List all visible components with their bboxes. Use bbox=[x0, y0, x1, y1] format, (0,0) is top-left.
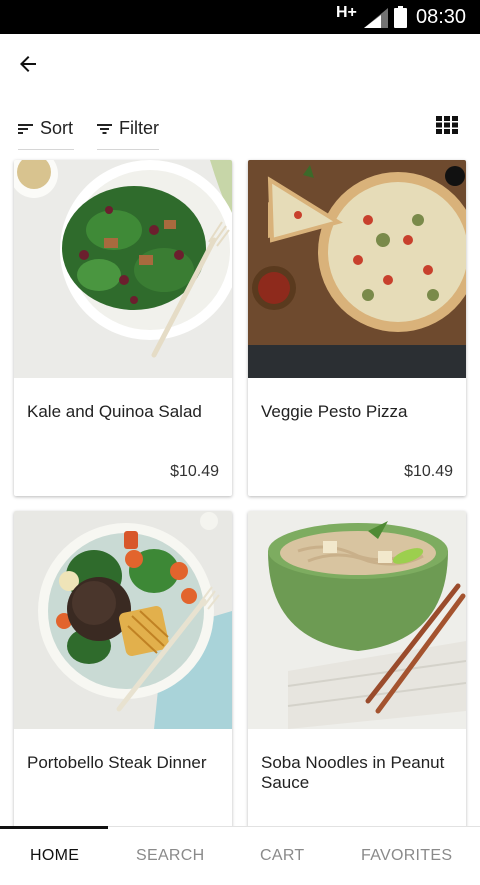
product-name: Portobello Steak Dinner bbox=[27, 753, 207, 772]
filter-label: Filter bbox=[119, 118, 159, 138]
product-name: Soba Noodles in Peanut Sauce bbox=[261, 753, 445, 792]
product-price: $10.49 bbox=[404, 463, 453, 480]
product-price: $10.49 bbox=[170, 463, 219, 480]
battery-icon bbox=[394, 6, 407, 28]
grid-view-icon bbox=[436, 116, 458, 134]
status-bar: H+ 08:30 bbox=[0, 0, 480, 34]
sort-label: Sort bbox=[40, 118, 74, 138]
tab-favorites[interactable]: FAVORITES bbox=[361, 847, 452, 865]
sort-button[interactable]: Sort bbox=[18, 108, 74, 150]
clock: 08:30 bbox=[416, 6, 467, 28]
product-image bbox=[14, 160, 232, 378]
bottom-navigation: HOME SEARCH CART FAVORITES bbox=[0, 826, 480, 885]
product-card[interactable]: Portobello Steak Dinner bbox=[14, 511, 232, 847]
active-tab-indicator bbox=[0, 826, 108, 829]
product-image bbox=[248, 511, 466, 729]
sort-icon bbox=[18, 123, 33, 134]
product-name: Veggie Pesto Pizza bbox=[261, 402, 408, 421]
product-card[interactable]: Kale and Quinoa Salad $10.49 bbox=[14, 160, 232, 496]
filter-icon bbox=[97, 123, 112, 134]
product-image bbox=[248, 160, 466, 378]
signal-icon bbox=[364, 8, 388, 28]
tab-home[interactable]: HOME bbox=[30, 847, 79, 865]
tab-search[interactable]: SEARCH bbox=[136, 847, 204, 865]
network-type-label: H+ bbox=[336, 4, 357, 21]
product-card[interactable]: Soba Noodles in Peanut Sauce bbox=[248, 511, 466, 847]
tab-cart[interactable]: CART bbox=[260, 847, 304, 865]
product-card[interactable]: Veggie Pesto Pizza $10.49 bbox=[248, 160, 466, 496]
back-button[interactable] bbox=[12, 48, 44, 80]
filter-button[interactable]: Filter bbox=[97, 108, 159, 150]
arrow-left-icon bbox=[20, 56, 36, 72]
product-image bbox=[14, 511, 232, 729]
grid-view-toggle[interactable] bbox=[436, 116, 458, 134]
product-name: Kale and Quinoa Salad bbox=[27, 402, 202, 421]
